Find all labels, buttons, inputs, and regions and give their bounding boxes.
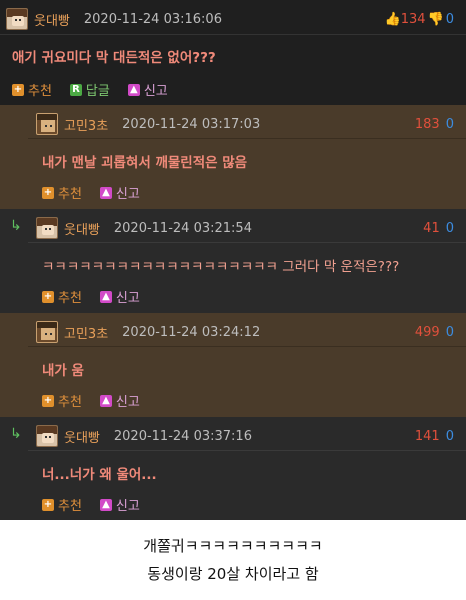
plus-icon: +: [42, 394, 54, 407]
recommend-button[interactable]: + 추천: [42, 391, 82, 410]
report-icon: ▲: [99, 498, 112, 511]
avatar[interactable]: [6, 8, 28, 30]
comment-date: 2020-11-24 03:21:54: [113, 220, 252, 236]
avatar[interactable]: [36, 217, 58, 239]
comment-author[interactable]: 고민3초: [64, 323, 108, 342]
report-button[interactable]: ▲ 신고: [99, 495, 140, 514]
recommend-button[interactable]: + 추천: [42, 287, 82, 306]
down-count: 0: [445, 324, 454, 340]
score-count: 41: [423, 220, 440, 236]
reply-button[interactable]: R 답글: [69, 80, 110, 99]
comment-author[interactable]: 웃대빵: [34, 10, 70, 29]
comment-text: ㅋㅋㅋㅋㅋㅋㅋㅋㅋㅋㅋㅋㅋㅋㅋㅋㅋㅋㅋ 그러다 막 운적은???: [42, 259, 400, 275]
comment-text: 내가 맨날 괴롭혀서 깨물린적은 많음: [42, 155, 248, 171]
comment-actions: + 추천 ▲ 신고: [42, 287, 152, 306]
down-count: 0: [445, 116, 454, 132]
plus-icon: +: [42, 290, 54, 303]
vote-score: 141 0: [415, 421, 454, 451]
report-button[interactable]: ▲ 신고: [99, 391, 140, 410]
plus-icon: +: [42, 498, 54, 511]
comment-3: ↳ 웃대빵 2020-11-24 03:21:54 41 0 ㅋㅋㅋㅋㅋㅋㅋㅋㅋ…: [0, 209, 466, 313]
comment-author[interactable]: 웃대빵: [64, 219, 100, 238]
report-button[interactable]: ▲ 신고: [127, 80, 168, 99]
comment-author[interactable]: 고민3초: [64, 115, 108, 134]
caption-line-2: 동생이랑 20살 차이라고 함: [147, 565, 319, 583]
report-icon: ▲: [99, 186, 112, 199]
report-icon: ▲: [99, 290, 112, 303]
comment-date: 2020-11-24 03:16:06: [83, 11, 222, 27]
reply-arrow-icon: ↳: [10, 218, 22, 234]
down-count: 0: [445, 428, 454, 444]
report-icon: ▲: [99, 394, 112, 407]
up-count: 134: [400, 11, 426, 27]
avatar[interactable]: [36, 425, 58, 447]
down-count: 0: [445, 11, 454, 27]
comment-date: 2020-11-24 03:24:12: [122, 324, 261, 340]
comment-actions: + 추천 ▲ 신고: [42, 183, 152, 202]
comment-actions: + 추천 ▲ 신고: [42, 495, 152, 514]
comment-author[interactable]: 웃대빵: [64, 427, 100, 446]
comment-date: 2020-11-24 03:37:16: [113, 428, 252, 444]
caption-line-1: 개쫄귀ㅋㅋㅋㅋㅋㅋㅋㅋㅋㅋ: [143, 537, 323, 555]
reply-arrow-icon: ↳: [10, 426, 22, 442]
plus-icon: +: [42, 186, 54, 199]
vote-score: 👍 134 👎 0: [385, 4, 454, 34]
vote-score: 183 0: [415, 109, 454, 139]
recommend-button[interactable]: + 추천: [42, 495, 82, 514]
recommend-button[interactable]: + 추천: [12, 80, 52, 99]
report-icon: ▲: [127, 83, 140, 96]
down-count: 0: [445, 220, 454, 236]
comment-actions: + 추천 ▲ 신고: [42, 391, 152, 410]
comment-date: 2020-11-24 03:17:03: [122, 116, 261, 132]
thumbs-up-icon[interactable]: 👍: [385, 12, 401, 27]
comment-text: 내가 움: [42, 363, 84, 379]
score-count: 141: [414, 428, 440, 444]
comment-2: 고민3초 2020-11-24 03:17:03 183 0 내가 맨날 괴롭혀…: [0, 105, 466, 209]
plus-icon: +: [12, 83, 24, 96]
score-count: 499: [414, 324, 440, 340]
report-button[interactable]: ▲ 신고: [99, 183, 140, 202]
reply-icon: R: [69, 83, 82, 96]
comment-thread: 웃대빵 2020-11-24 03:16:06 👍 134 👎 0 애기 귀요미…: [0, 0, 466, 520]
recommend-button[interactable]: + 추천: [42, 183, 82, 202]
thumbs-down-icon[interactable]: 👎: [428, 12, 444, 27]
vote-score: 499 0: [415, 317, 454, 347]
comment-text: 애기 귀요미다 막 대든적은 없어???: [12, 50, 216, 66]
comment-text: 너...너가 왜 울어...: [42, 467, 157, 483]
avatar[interactable]: [36, 113, 58, 135]
score-count: 183: [414, 116, 440, 132]
comment-5: ↳ 웃대빵 2020-11-24 03:37:16 141 0 너...너가 왜…: [0, 417, 466, 520]
avatar[interactable]: [36, 321, 58, 343]
report-button[interactable]: ▲ 신고: [99, 287, 140, 306]
vote-score: 41 0: [423, 213, 454, 243]
comment-4: 고민3초 2020-11-24 03:24:12 499 0 내가 움 + 추천 …: [0, 313, 466, 417]
comment-actions: + 추천 R 답글 ▲ 신고: [12, 80, 180, 99]
